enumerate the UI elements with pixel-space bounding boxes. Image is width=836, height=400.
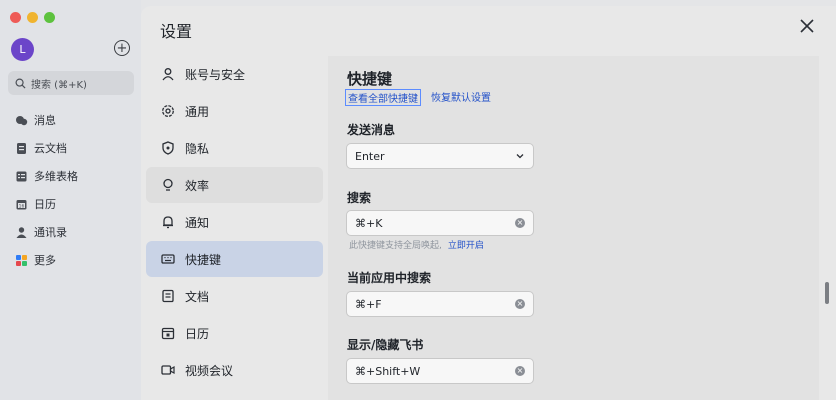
settings-nav-privacy[interactable]: 隐私	[146, 130, 323, 166]
section-heading: 快捷键	[347, 70, 393, 88]
send-message-value: Enter	[355, 149, 385, 163]
search-shortcut-field[interactable]: ⌘+K ×	[346, 210, 534, 236]
show-hide-value: ⌘+Shift+W	[355, 364, 421, 378]
search-shortcut-hint: 此快捷键支持全局唤起, 立即开启	[349, 238, 484, 251]
sidebar-item-calendar[interactable]: 16 日历	[0, 190, 141, 218]
doc-icon	[161, 289, 175, 303]
clear-icon[interactable]: ×	[515, 366, 525, 376]
settings-nav-calendar[interactable]: 日历	[146, 315, 323, 351]
section-links: 查看全部快捷键 恢复默认设置	[345, 89, 491, 106]
settings-dialog: 设置 账号与安全 通用 隐私 效率 通知 快捷键 文档 日历 视频会议 快捷键 …	[141, 6, 836, 400]
bulb-icon	[161, 178, 175, 192]
search-shortcut-label: 搜索	[347, 191, 372, 205]
privacy-icon	[161, 141, 175, 155]
chevron-down-icon	[516, 154, 524, 159]
close-icon	[800, 19, 814, 33]
apps-icon	[15, 254, 28, 267]
video-icon	[161, 363, 175, 377]
close-window-button[interactable]	[10, 12, 21, 23]
avatar[interactable]: L	[11, 38, 34, 61]
window-controls	[10, 12, 55, 23]
show-hide-label: 显示/隐藏飞书	[347, 338, 424, 352]
hint-text: 此快捷键支持全局唤起,	[349, 241, 442, 251]
calendar-icon: 16	[15, 198, 28, 211]
settings-nav-label: 账号与安全	[185, 67, 246, 82]
settings-nav-label: 快捷键	[185, 252, 222, 267]
scrollbar[interactable]	[825, 282, 829, 304]
sidebar-item-label: 日历	[34, 198, 56, 211]
settings-nav-shortcuts[interactable]: 快捷键	[146, 241, 323, 277]
settings-nav-efficiency[interactable]: 效率	[146, 167, 323, 203]
keyboard-icon	[161, 252, 175, 266]
minimize-window-button[interactable]	[27, 12, 38, 23]
search-placeholder: 搜索 (⌘+K)	[31, 79, 87, 91]
send-message-label: 发送消息	[347, 123, 396, 137]
settings-nav-label: 通知	[185, 215, 210, 230]
settings-nav-notifications[interactable]: 通知	[146, 204, 323, 240]
sidebar-item-label: 更多	[34, 254, 56, 267]
search-icon	[15, 78, 26, 89]
sidebar-item-more[interactable]: 更多	[0, 246, 141, 274]
sidebar-item-label: 多维表格	[34, 170, 78, 183]
settings-nav-label: 隐私	[185, 141, 210, 156]
calendar-icon	[161, 326, 175, 340]
sidebar-item-contacts[interactable]: 通讯录	[0, 218, 141, 246]
zoom-window-button[interactable]	[44, 12, 55, 23]
clear-icon[interactable]: ×	[515, 218, 525, 228]
search-shortcut-value: ⌘+K	[355, 216, 383, 230]
settings-nav-label: 视频会议	[185, 363, 234, 378]
bell-icon	[161, 215, 175, 229]
settings-nav-label: 效率	[185, 178, 210, 193]
sidebar-item-label: 消息	[34, 114, 56, 127]
settings-nav-label: 通用	[185, 104, 210, 119]
send-message-select[interactable]: Enter	[346, 143, 534, 169]
app-search-label: 当前应用中搜索	[347, 271, 432, 285]
settings-nav-docs[interactable]: 文档	[146, 278, 323, 314]
enable-now-link[interactable]: 立即开启	[448, 238, 484, 251]
plus-icon: +	[116, 40, 128, 56]
sidebar-item-label: 云文档	[34, 142, 67, 155]
settings-nav-video-meeting[interactable]: 视频会议	[146, 352, 323, 388]
sidebar-item-base[interactable]: 多维表格	[0, 162, 141, 190]
close-button[interactable]	[798, 17, 816, 35]
sidebar-item-docs[interactable]: 云文档	[0, 134, 141, 162]
settings-nav-label: 日历	[185, 326, 210, 341]
settings-nav-account[interactable]: 账号与安全	[146, 56, 323, 92]
settings-nav: 账号与安全 通用 隐私 效率 通知 快捷键 文档 日历 视频会议	[141, 56, 328, 400]
table-icon	[15, 170, 28, 183]
sidebar-item-messages[interactable]: 消息	[0, 106, 141, 134]
sidebar-item-label: 通讯录	[34, 226, 67, 239]
create-button[interactable]: +	[114, 40, 130, 56]
view-all-shortcuts-link[interactable]: 查看全部快捷键	[345, 89, 421, 106]
app-search-value: ⌘+F	[355, 297, 382, 311]
settings-nav-label: 文档	[185, 289, 210, 304]
show-hide-field[interactable]: ⌘+Shift+W ×	[346, 358, 534, 384]
gear-icon	[161, 104, 175, 118]
restore-defaults-link[interactable]: 恢复默认设置	[431, 89, 491, 106]
search-input[interactable]: 搜索 (⌘+K)	[8, 71, 134, 95]
shortcuts-panel: 快捷键 查看全部快捷键 恢复默认设置 发送消息 Enter 搜索 ⌘+K × 此…	[328, 56, 819, 400]
dialog-title: 设置	[160, 22, 193, 41]
contacts-icon	[15, 226, 28, 239]
app-search-field[interactable]: ⌘+F ×	[346, 291, 534, 317]
chat-icon	[15, 114, 28, 127]
document-icon	[15, 142, 28, 155]
app-sidebar: L + 搜索 (⌘+K) 消息 云文档 多维表格 16 日历 通讯录 更多	[0, 0, 141, 400]
user-icon	[161, 67, 175, 81]
clear-icon[interactable]: ×	[515, 299, 525, 309]
svg-text:16: 16	[19, 203, 25, 209]
settings-nav-general[interactable]: 通用	[146, 93, 323, 129]
app-nav: 消息 云文档 多维表格 16 日历 通讯录 更多	[0, 106, 141, 274]
